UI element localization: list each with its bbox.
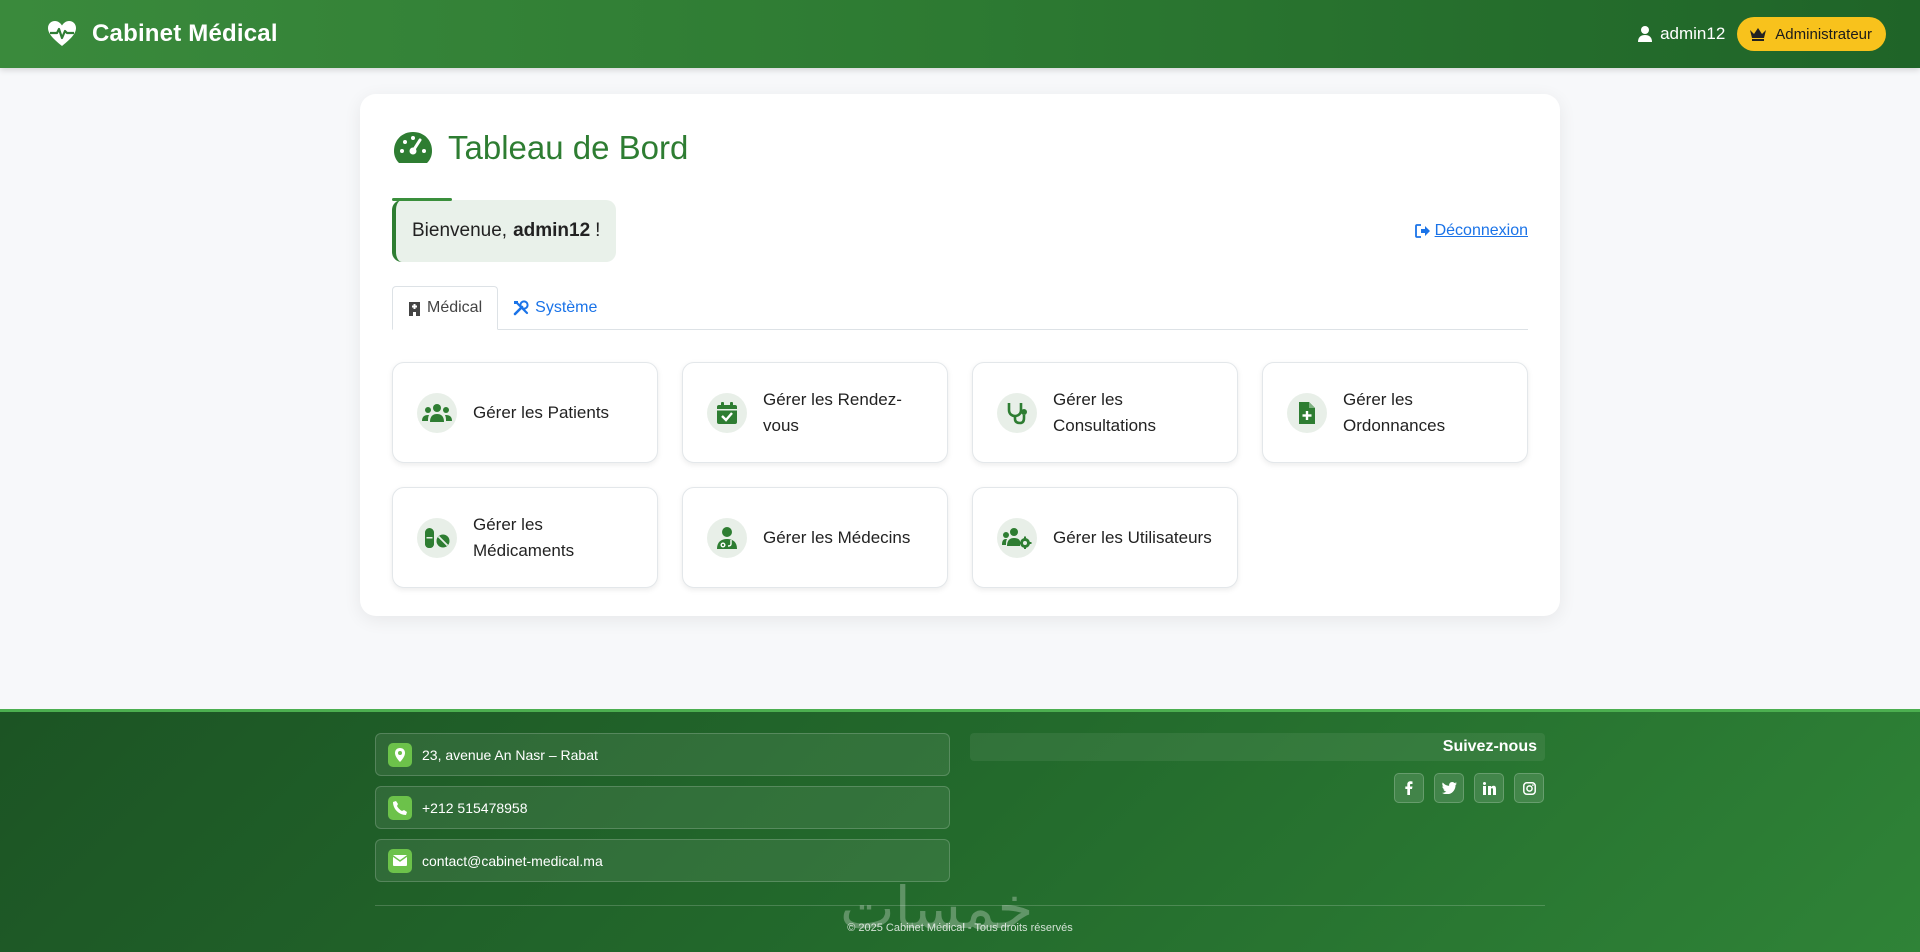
- role-badge: Administrateur: [1737, 17, 1886, 51]
- footer-address: 23, avenue An Nasr – Rabat: [375, 733, 950, 776]
- tab-systeme-label: Système: [535, 299, 598, 316]
- stethoscope-icon: [1007, 402, 1027, 424]
- tile-utilisateurs[interactable]: Gérer les Utilisateurs: [972, 487, 1238, 588]
- tab-systeme[interactable]: Système: [498, 286, 612, 330]
- tachometer-icon: [394, 132, 432, 163]
- sign-out-icon: [1414, 224, 1430, 238]
- users-cog-icon: [1002, 527, 1032, 549]
- linkedin-icon: [1482, 781, 1496, 795]
- user-icon: [1638, 26, 1653, 42]
- tile-label: Gérer les Patients: [473, 402, 610, 422]
- facebook-icon: [1405, 781, 1413, 795]
- footer-phone: +212 515478958: [375, 786, 950, 829]
- welcome-username: admin12: [513, 220, 591, 241]
- tab-bar: Médical Système: [392, 286, 1528, 330]
- username: admin12: [1660, 24, 1726, 43]
- follow-title-text: Suivez-nous: [1442, 738, 1537, 755]
- tile-ordonnances[interactable]: Gérer les Ordonnances: [1262, 362, 1528, 463]
- tile-rendez-vous[interactable]: Gérer les Rendez-vous: [682, 362, 948, 463]
- instagram-icon: [1522, 781, 1536, 795]
- brand-name: Cabinet Médical: [92, 20, 278, 47]
- logout-label: Déconnexion: [1434, 222, 1528, 239]
- welcome-prefix: Bienvenue,: [412, 220, 508, 241]
- tile-label: Gérer les Utilisateurs: [1053, 527, 1212, 547]
- tab-medical-label: Médical: [427, 299, 483, 316]
- facebook-link[interactable]: [1394, 773, 1424, 803]
- hospital-icon: [409, 301, 420, 316]
- heartbeat-icon: [48, 21, 76, 46]
- phone-icon: [393, 800, 407, 815]
- tile-label: Gérer les Consultations: [1053, 389, 1157, 435]
- tile-patients[interactable]: Gérer les Patients: [392, 362, 658, 463]
- email-text: contact@cabinet-medical.ma: [422, 852, 603, 869]
- tile-label: Gérer les Ordonnances: [1343, 389, 1446, 435]
- tile-medicaments[interactable]: Gérer les Médicaments: [392, 487, 658, 588]
- pills-icon: [425, 527, 450, 548]
- twitter-icon: [1441, 782, 1457, 794]
- brand[interactable]: Cabinet Médical: [46, 18, 278, 50]
- tools-icon: [513, 300, 529, 316]
- address-text: 23, avenue An Nasr – Rabat: [422, 746, 598, 763]
- envelope-icon: [393, 855, 407, 866]
- navbar: Cabinet Médical admin12 Administrateur: [0, 0, 1920, 68]
- twitter-link[interactable]: [1434, 773, 1464, 803]
- linkedin-link[interactable]: [1474, 773, 1504, 803]
- social-links: [1394, 773, 1544, 803]
- page-title: Tableau de Bord: [448, 129, 689, 166]
- map-marker-icon: [395, 747, 405, 762]
- calendar-check-icon: [717, 401, 737, 424]
- welcome-suffix: !: [595, 220, 601, 241]
- crown-icon: [1750, 28, 1767, 41]
- page-header: Tableau de Bord: [392, 124, 1528, 201]
- tile-label: Gérer les Médecins: [763, 527, 911, 547]
- copyright: © 2025 Cabinet Médical - Tous droits rés…: [847, 922, 1073, 934]
- title-underline: [392, 198, 452, 201]
- logout-link[interactable]: Déconnexion: [1414, 222, 1528, 240]
- doctor-icon: [717, 526, 737, 549]
- role-label: Administrateur: [1775, 25, 1872, 43]
- welcome-banner: Bienvenue, admin12 !: [392, 200, 617, 262]
- phone-text: +212 515478958: [422, 799, 528, 816]
- tile-label: Gérer les Rendez-vous: [763, 389, 902, 435]
- tile-medecins[interactable]: Gérer les Médecins: [682, 487, 948, 588]
- tab-medical[interactable]: Médical: [392, 286, 499, 330]
- file-medical-icon: [1299, 401, 1315, 424]
- tile-grid: Gérer les Patients Gérer les Rendez-vous: [392, 362, 1528, 588]
- tile-label: Gérer les Médicaments: [473, 514, 575, 560]
- follow-title: Suivez-nous: [970, 733, 1545, 761]
- dashboard-card: Tableau de Bord Bienvenue, admin12 ! Déc…: [360, 94, 1560, 616]
- footer: 23, avenue An Nasr – Rabat +212 51547895…: [0, 709, 1920, 952]
- tile-consultations[interactable]: Gérer les Consultations: [972, 362, 1238, 463]
- instagram-link[interactable]: [1514, 773, 1544, 803]
- users-icon: [422, 403, 452, 422]
- user-info[interactable]: admin12: [1638, 24, 1725, 44]
